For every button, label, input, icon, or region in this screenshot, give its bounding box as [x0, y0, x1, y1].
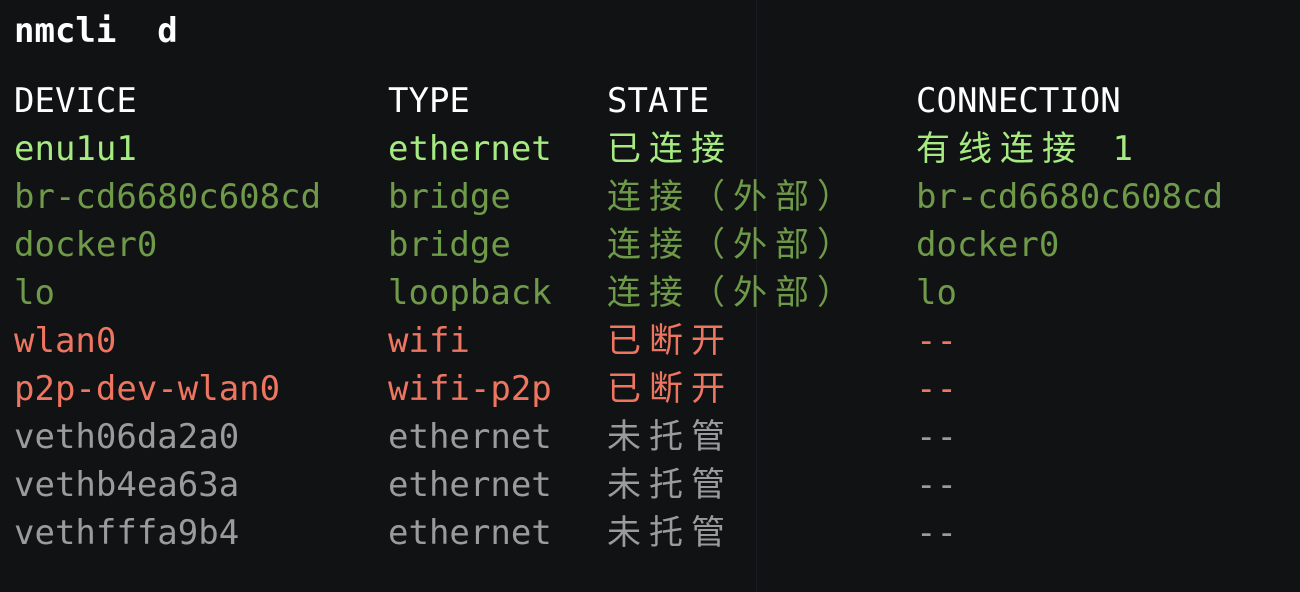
state-cell: 连接（外部） — [607, 177, 859, 217]
type-cell: ethernet — [388, 465, 552, 505]
device-cell: docker0 — [14, 225, 158, 265]
state-cell: 已断开 — [607, 321, 733, 361]
type-cell: wifi-p2p — [388, 369, 552, 409]
table-row: docker0 bridge 连接（外部） docker0 — [0, 221, 1300, 269]
header-device: DEVICE — [14, 81, 137, 121]
terminal-window[interactable]: nmcli d DEVICE TYPE STATE CONNECTION enu… — [0, 0, 1300, 592]
type-cell: ethernet — [388, 129, 552, 169]
table-row: wlan0 wifi 已断开 -- — [0, 317, 1300, 365]
connection-cell: br-cd6680c608cd — [916, 177, 1224, 217]
table-row: p2p-dev-wlan0 wifi-p2p 已断开 -- — [0, 365, 1300, 413]
header-type: TYPE — [388, 81, 470, 121]
state-cell: 已断开 — [607, 369, 733, 409]
command-line: nmcli d — [14, 11, 178, 51]
state-cell: 未托管 — [607, 513, 733, 553]
state-cell: 连接（外部） — [607, 273, 859, 313]
table-header-row: DEVICE TYPE STATE CONNECTION — [0, 77, 1300, 125]
state-cell: 已连接 — [607, 129, 733, 169]
type-cell: bridge — [388, 177, 511, 217]
state-cell: 未托管 — [607, 417, 733, 457]
connection-cell: lo — [916, 273, 957, 313]
type-cell: ethernet — [388, 513, 552, 553]
connection-cell: -- — [916, 321, 957, 361]
connection-cell: -- — [916, 465, 957, 505]
state-cell: 连接（外部） — [607, 225, 859, 265]
header-connection: CONNECTION — [916, 81, 1121, 121]
device-cell: vethfffa9b4 — [14, 513, 240, 553]
table-row: lo loopback 连接（外部） lo — [0, 269, 1300, 317]
device-cell: br-cd6680c608cd — [14, 177, 322, 217]
device-cell: vethb4ea63a — [14, 465, 240, 505]
state-cell: 未托管 — [607, 465, 733, 505]
device-cell: p2p-dev-wlan0 — [14, 369, 281, 409]
type-cell: loopback — [388, 273, 552, 313]
device-cell: enu1u1 — [14, 129, 137, 169]
device-cell: wlan0 — [14, 321, 117, 361]
connection-cell: -- — [916, 513, 957, 553]
device-cell: veth06da2a0 — [14, 417, 240, 457]
table-row: vethb4ea63a ethernet 未托管 -- — [0, 461, 1300, 509]
connection-cell: 有线连接 1 — [916, 129, 1141, 169]
connection-cell: -- — [916, 369, 957, 409]
table-row: vethfffa9b4 ethernet 未托管 -- — [0, 509, 1300, 557]
connection-cell: -- — [916, 417, 957, 457]
type-cell: ethernet — [388, 417, 552, 457]
header-state: STATE — [607, 81, 710, 121]
table-row: br-cd6680c608cd bridge 连接（外部） br-cd6680c… — [0, 173, 1300, 221]
type-cell: bridge — [388, 225, 511, 265]
table-row: veth06da2a0 ethernet 未托管 -- — [0, 413, 1300, 461]
type-cell: wifi — [388, 321, 470, 361]
table-row: enu1u1 ethernet 已连接 有线连接 1 — [0, 125, 1300, 173]
device-cell: lo — [14, 273, 55, 313]
connection-cell: docker0 — [916, 225, 1060, 265]
